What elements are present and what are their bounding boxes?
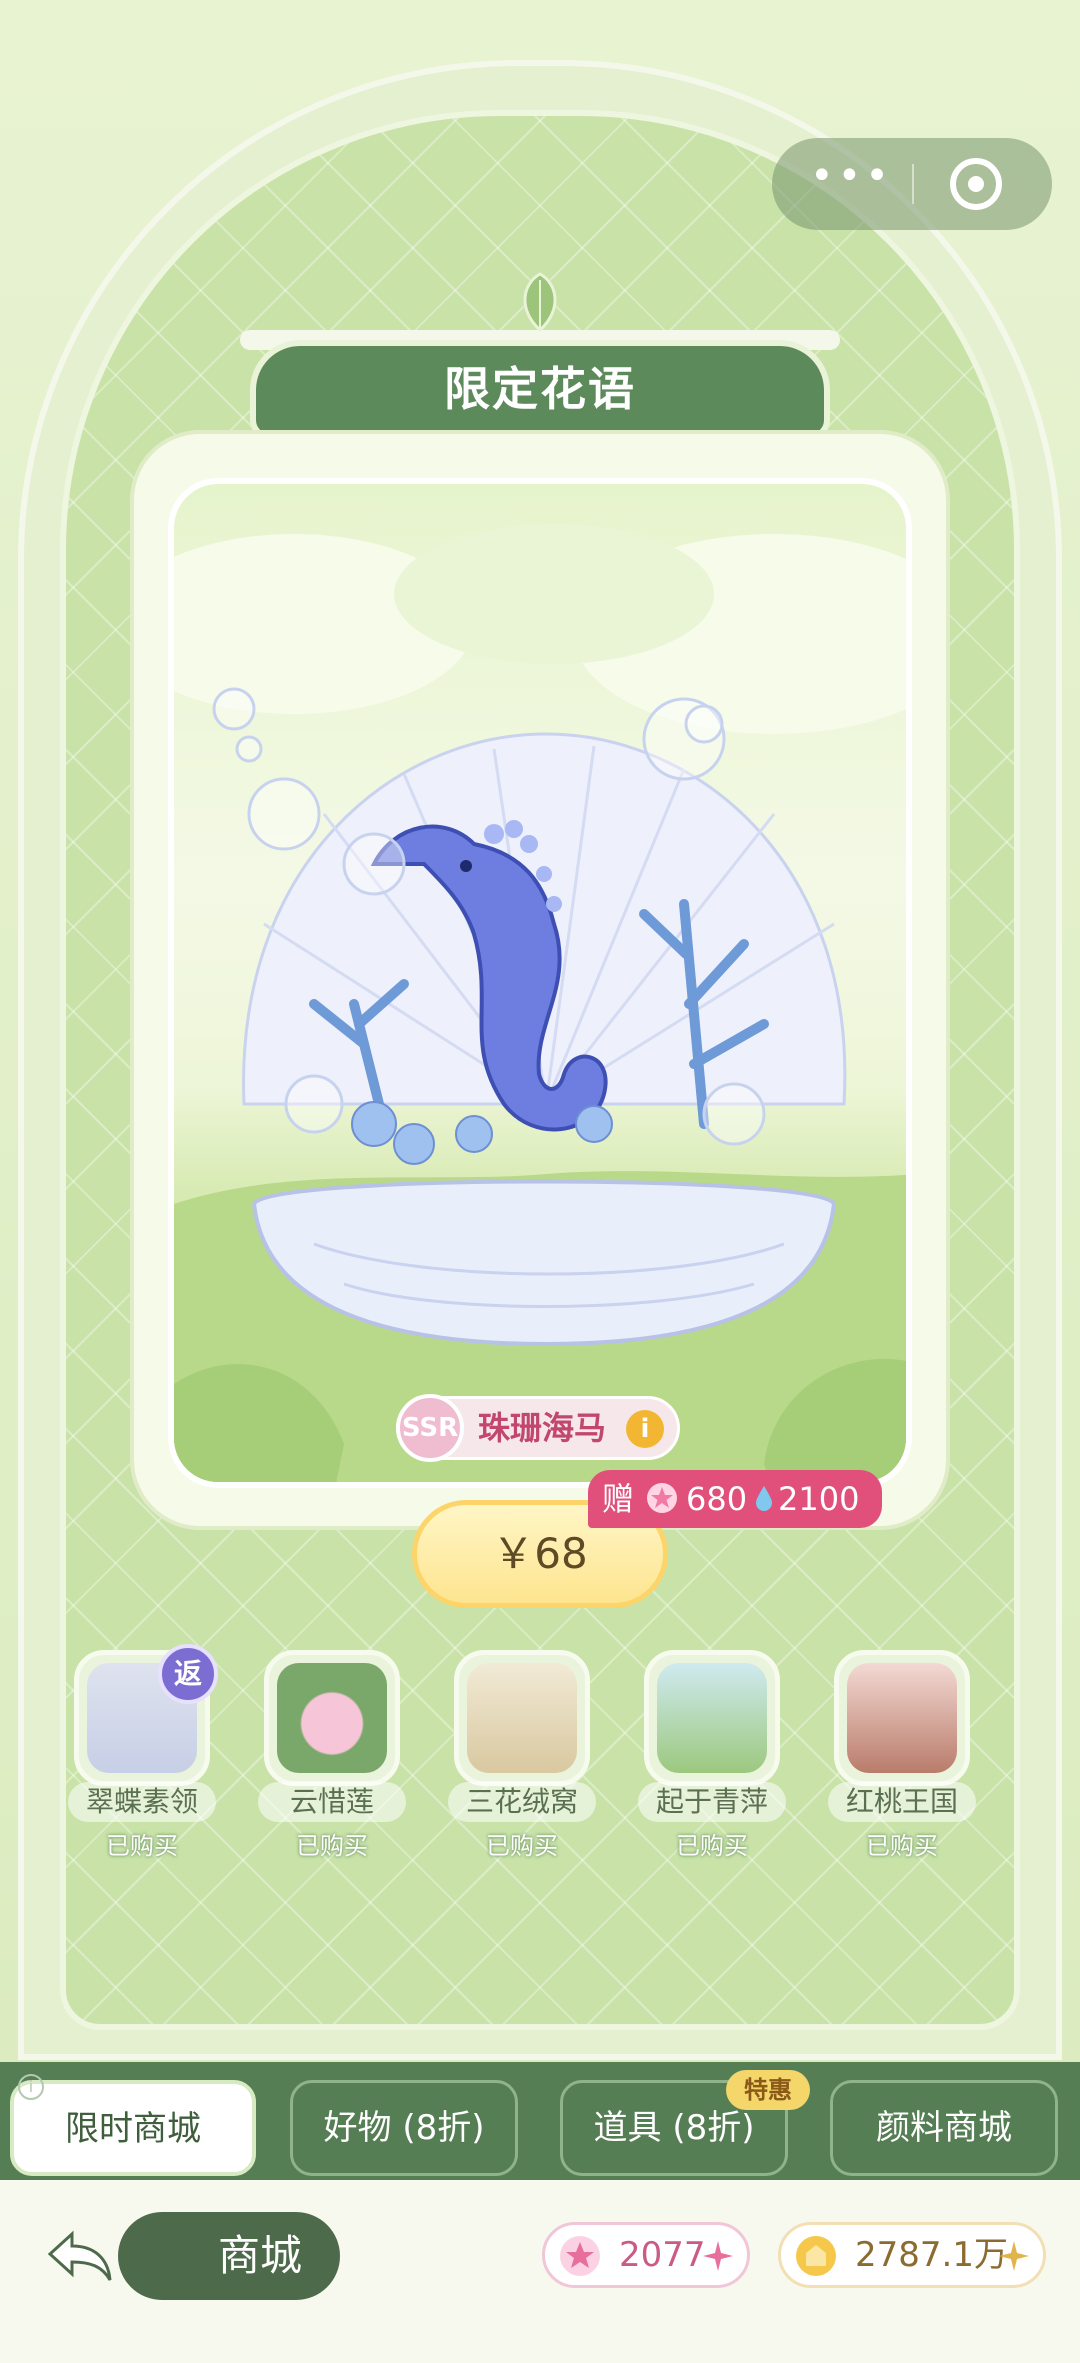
gem-balance[interactable]: 2077 [542,2222,750,2288]
back-arrow-icon[interactable] [44,2226,116,2286]
gift-gems-value: 680 [686,1480,748,1518]
mini-program-capsule: ••• [772,138,1052,230]
water-drop-icon [756,1486,772,1511]
back-label: 商城 [218,2231,303,2280]
gem-star-icon [647,1483,677,1513]
seahorse-illustration [174,524,906,1482]
room-image [467,1663,577,1773]
rarity-badge: SSR [396,1394,464,1462]
gift-water-value: 2100 [778,1480,860,1518]
castle-image [847,1663,957,1773]
tab-goods[interactable]: 好物 (8折) [290,2080,518,2176]
item-thumb-3[interactable] [454,1650,590,1786]
gift-tag: 赠 680 2100 [588,1470,882,1528]
gem-star-icon [560,2236,600,2276]
add-coins-icon[interactable] [997,2239,1031,2273]
add-gems-icon[interactable] [701,2239,735,2273]
capsule-divider [912,164,914,204]
item-name-5: 红桃王国 [828,1782,976,1822]
item-status-2: 已购买 [296,1832,368,1860]
gem-count: 2077 [619,2235,706,2275]
leaf-icon [523,272,557,333]
special-offer-badge: 特惠 [726,2070,810,2110]
item-status-1: 已购买 [106,1832,178,1860]
item-name-1: 翠蝶素领 [68,1782,216,1822]
item-status-3: 已购买 [486,1832,558,1860]
gift-label: 赠 [602,1480,635,1518]
coin-icon [796,2236,836,2276]
item-status-4: 已购买 [676,1832,748,1860]
coin-balance[interactable]: 2787.1万 [778,2222,1046,2288]
item-status-5: 已购买 [866,1832,938,1860]
coin-count: 2787.1万 [855,2235,1008,2275]
featured-image-frame [168,478,912,1488]
lotus-image [277,1663,387,1773]
return-badge: 返 [158,1644,218,1704]
tab-info-icon: i [18,2074,44,2100]
item-name-3: 三花绒窝 [448,1782,596,1822]
item-thumb-2[interactable] [264,1650,400,1786]
item-thumb-4[interactable] [644,1650,780,1786]
item-name-2: 云惜莲 [258,1782,406,1822]
featured-item-name: 珠珊海马 [478,1409,607,1447]
tab-limited-shop[interactable]: 限时商城 [10,2080,256,2176]
tab-paint-shop[interactable]: 颜料商城 [830,2080,1058,2176]
back-to-shop-button[interactable]: 商城 [118,2212,340,2300]
info-icon[interactable]: i [626,1410,664,1448]
pond-image [657,1663,767,1773]
item-name-4: 起于青萍 [638,1782,786,1822]
page-title: 限定花语 [444,362,636,416]
item-thumb-5[interactable] [834,1650,970,1786]
title-banner: 限定花语 [250,340,830,440]
target-close-icon[interactable] [950,158,1002,210]
more-dots-icon[interactable]: ••• [810,156,893,196]
